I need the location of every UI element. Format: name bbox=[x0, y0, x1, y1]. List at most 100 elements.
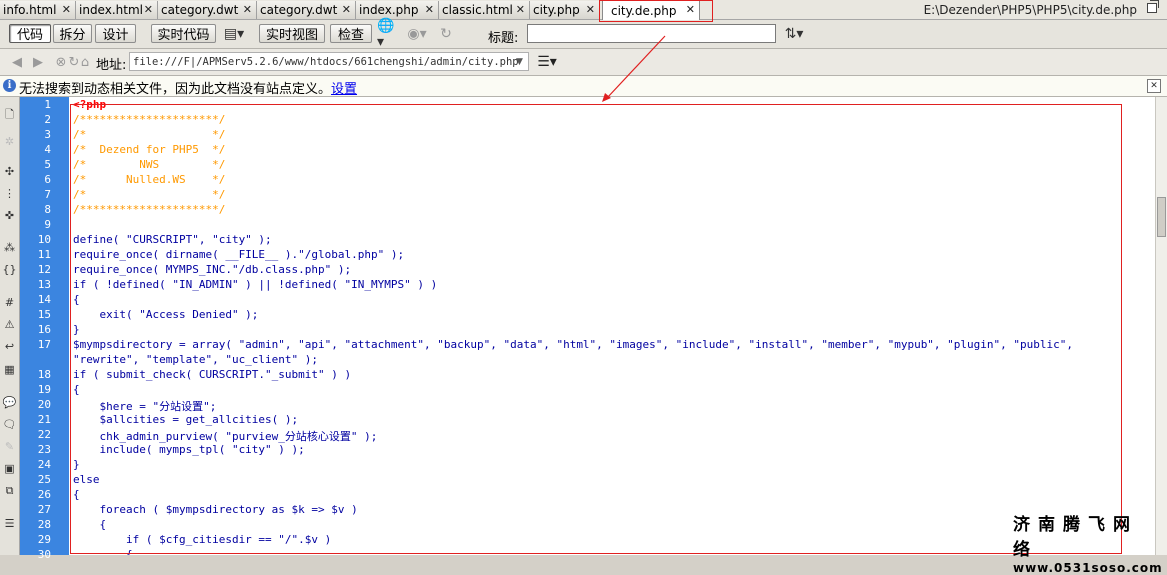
tab-label: city.de.php bbox=[611, 3, 677, 18]
word-wrap-icon[interactable]: ↩ bbox=[1, 338, 18, 355]
line-number: 18 bbox=[37, 368, 51, 381]
split-view-label: 拆分 bbox=[59, 28, 86, 43]
expand-all-icon[interactable]: ✜ bbox=[1, 207, 18, 224]
code-line: /* Dezend for PHP5 */ bbox=[73, 143, 226, 156]
move-css-icon[interactable]: ⧉ bbox=[1, 482, 18, 499]
tab-label: info.html bbox=[3, 3, 57, 17]
tab-index-php[interactable]: index.php ✕ bbox=[356, 1, 439, 19]
code-line: chk_admin_purview( "purview_分站核心设置" ); bbox=[73, 430, 378, 443]
line-number: 13 bbox=[37, 278, 51, 291]
code-view-button[interactable]: 代码 bbox=[9, 24, 51, 43]
split-view-button[interactable]: 拆分 bbox=[53, 24, 92, 43]
close-icon[interactable]: ✕ bbox=[144, 3, 153, 16]
forward-arrow-icon[interactable]: ▶ bbox=[30, 54, 46, 70]
close-icon[interactable]: ✕ bbox=[1147, 79, 1161, 93]
collapse-selection-icon[interactable]: ⋮ bbox=[1, 185, 18, 202]
close-icon[interactable]: ✕ bbox=[342, 3, 351, 16]
line-numbers-icon[interactable]: # bbox=[1, 294, 18, 311]
line-number: 2 bbox=[44, 113, 51, 126]
refresh-icon[interactable]: ↻ bbox=[436, 25, 456, 43]
tab-city-php[interactable]: city.php ✕ bbox=[530, 1, 600, 19]
vertical-scrollbar[interactable] bbox=[1155, 97, 1167, 555]
line-number: 8 bbox=[44, 203, 51, 216]
tab-category-dwt[interactable]: category.dwt ✕ bbox=[158, 1, 257, 19]
line-number: 10 bbox=[37, 233, 51, 246]
preview-icon[interactable]: ◉▾ bbox=[405, 25, 429, 43]
file-management-icon[interactable]: ▤▾ bbox=[221, 25, 247, 43]
syntax-coloring-icon[interactable]: ▦ bbox=[1, 361, 18, 378]
close-icon[interactable]: ✕ bbox=[62, 3, 71, 16]
close-icon[interactable]: ✕ bbox=[516, 3, 525, 16]
close-icon[interactable]: ✕ bbox=[586, 3, 595, 16]
restore-window-icon[interactable] bbox=[1147, 0, 1159, 13]
close-icon[interactable]: ✕ bbox=[425, 3, 434, 16]
tab-info-html[interactable]: info.html ✕ bbox=[0, 1, 76, 19]
code-line: /*********************/ bbox=[73, 203, 226, 216]
remove-comment-icon[interactable]: 🗨 bbox=[1, 416, 18, 433]
line-number: 4 bbox=[44, 143, 51, 156]
tab-city-de-php[interactable]: city.de.php ✕ bbox=[602, 0, 700, 20]
chevron-down-icon[interactable]: ▼ bbox=[511, 53, 528, 70]
code-line: exit( "Access Denied" ); bbox=[73, 308, 259, 321]
balance-braces-icon[interactable]: {} bbox=[1, 261, 18, 278]
line-number: 24 bbox=[37, 458, 51, 471]
apply-comment-icon[interactable]: 💬 bbox=[1, 394, 18, 411]
code-line: require_once( dirname( __FILE__ )."/glob… bbox=[73, 248, 405, 261]
recent-snippets-icon[interactable]: ▣ bbox=[1, 460, 18, 477]
document-tab-bar: info.html ✕ index.html ✕ category.dwt ✕ … bbox=[0, 0, 1167, 20]
inspect-button[interactable]: 检查 bbox=[330, 24, 372, 43]
live-view-button[interactable]: 实时视图 bbox=[259, 24, 325, 43]
tab-label: classic.html bbox=[442, 3, 513, 17]
line-number: 23 bbox=[37, 443, 51, 456]
line-number: 22 bbox=[37, 428, 51, 441]
code-view-label: 代码 bbox=[16, 28, 43, 43]
browser-options-icon[interactable]: ☰▾ bbox=[535, 53, 559, 71]
highlight-invalid-code-icon[interactable]: ⚠ bbox=[1, 316, 18, 333]
address-label: 地址: bbox=[96, 58, 127, 73]
line-number: 11 bbox=[37, 248, 51, 261]
close-icon[interactable]: ✕ bbox=[686, 3, 695, 16]
title-input[interactable] bbox=[527, 24, 776, 43]
show-code-navigator-icon[interactable]: ✲ bbox=[1, 133, 18, 150]
open-documents-icon[interactable]: 🗋 bbox=[1, 107, 18, 124]
design-view-button[interactable]: 设计 bbox=[95, 24, 136, 43]
validate-icon[interactable]: ⇅▾ bbox=[782, 25, 806, 43]
line-number: 29 bbox=[37, 533, 51, 546]
code-line: define( "CURSCRIPT", "city" ); bbox=[73, 233, 272, 246]
code-line: include( mymps_tpl( "city" ) ); bbox=[73, 443, 305, 456]
close-icon[interactable]: ✕ bbox=[243, 3, 252, 16]
code-line: else bbox=[73, 473, 100, 486]
setup-link[interactable]: 设置 bbox=[331, 82, 357, 97]
collapse-tag-icon[interactable]: ✣ bbox=[1, 163, 18, 180]
line-number: 26 bbox=[37, 488, 51, 501]
code-line: } bbox=[73, 323, 80, 336]
code-line: { bbox=[73, 293, 80, 306]
document-toolbar: 代码 拆分 设计 实时代码 ▤▾ 实时视图 检查 🌐▾ ◉▾ ↻ 标题: ⇅▾ bbox=[0, 18, 1167, 50]
back-arrow-icon[interactable]: ◀ bbox=[9, 54, 25, 70]
tab-label: city.php bbox=[533, 3, 580, 17]
tab-category-dwt-2[interactable]: category.dwt ✕ bbox=[257, 1, 356, 19]
scrollbar-thumb[interactable] bbox=[1157, 197, 1166, 237]
code-line: { bbox=[73, 488, 80, 501]
info-message: 无法搜索到动态相关文件，因为此文档没有站点定义。设置 bbox=[19, 78, 357, 97]
design-view-label: 设计 bbox=[102, 28, 129, 43]
code-line: "rewrite", "template", "uc_client" ); bbox=[73, 353, 319, 366]
globe-icon[interactable]: 🌐▾ bbox=[377, 18, 401, 50]
live-code-label: 实时代码 bbox=[157, 28, 210, 43]
code-line: <?php bbox=[73, 98, 107, 111]
title-label: 标题: bbox=[488, 31, 519, 46]
line-number: 9 bbox=[44, 218, 51, 231]
live-code-button[interactable]: 实时代码 bbox=[151, 24, 216, 43]
code-editor[interactable]: <?php /*********************/ /* */ /* Deze… bbox=[69, 97, 1155, 555]
line-number: 20 bbox=[37, 398, 51, 411]
tab-classic-html[interactable]: classic.html ✕ bbox=[439, 1, 530, 19]
indent-code-icon[interactable]: ☰ bbox=[1, 515, 18, 532]
tab-index-html[interactable]: index.html ✕ bbox=[76, 1, 158, 19]
info-icon: i bbox=[3, 79, 16, 92]
line-number: 7 bbox=[44, 188, 51, 201]
tab-label: index.php bbox=[359, 3, 419, 17]
select-parent-tag-icon[interactable]: ⁂ bbox=[1, 239, 18, 256]
address-input[interactable] bbox=[129, 52, 529, 71]
home-icon[interactable]: ⌂ bbox=[77, 54, 93, 70]
wrap-tag-icon[interactable]: ✎ bbox=[1, 438, 18, 455]
